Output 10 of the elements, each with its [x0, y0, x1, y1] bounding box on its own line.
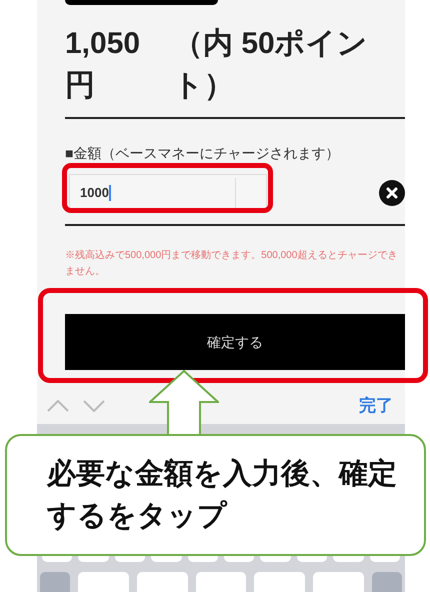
balance-amount: 1,050 円	[65, 26, 142, 104]
chevron-down-icon[interactable]	[83, 400, 105, 412]
limit-note: ※残高込みで500,000円まで移動できます。500,000超えるとチャージできません。	[65, 248, 398, 279]
clear-icon[interactable]	[379, 180, 405, 206]
amount-label: ■金額（ベースマネーにチャージされます）	[65, 144, 340, 163]
chevron-up-icon[interactable]	[47, 400, 69, 412]
callout-text: 必要な金額を入力後、確定するをタップ	[47, 456, 398, 534]
done-button[interactable]: 完了	[359, 393, 393, 419]
confirm-button[interactable]: 確定する	[65, 314, 405, 370]
points-text: （内 50ポイント）	[173, 26, 369, 104]
